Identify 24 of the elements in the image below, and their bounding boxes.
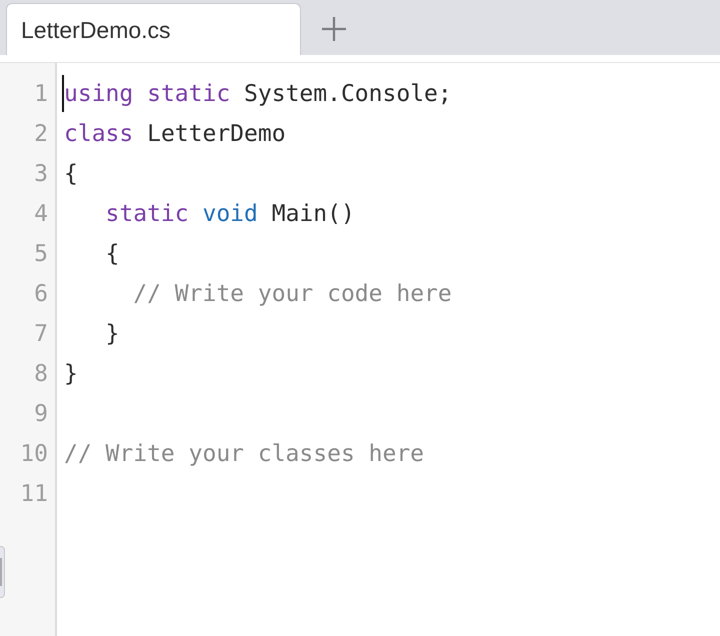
line-number: 9	[33, 401, 48, 427]
code-line: }	[64, 361, 78, 387]
code-line: {	[106, 241, 120, 267]
line-number: 1	[33, 81, 48, 107]
plus-icon	[322, 17, 346, 41]
line-number: 6	[33, 281, 48, 307]
line-number: 3	[33, 161, 48, 187]
code-line: class LetterDemo	[64, 121, 286, 147]
code-line: // Write your code here	[133, 281, 452, 307]
line-number: 2	[33, 121, 48, 147]
line-number: 4	[33, 201, 48, 227]
line-number: 5	[33, 241, 48, 267]
code-line: using static System.Console;	[64, 81, 452, 107]
code-line: static void Main()	[106, 201, 355, 227]
line-number: 8	[33, 361, 48, 387]
line-number: 10	[19, 441, 48, 467]
line-number: 7	[33, 321, 48, 347]
code-line: {	[64, 161, 78, 187]
resize-handle[interactable]	[0, 546, 5, 598]
code-line: }	[106, 321, 120, 347]
file-tab[interactable]: LetterDemo.cs	[6, 3, 301, 55]
code-line: // Write your classes here	[64, 441, 424, 467]
new-tab-button[interactable]	[322, 17, 346, 41]
line-number: 11	[19, 481, 48, 507]
